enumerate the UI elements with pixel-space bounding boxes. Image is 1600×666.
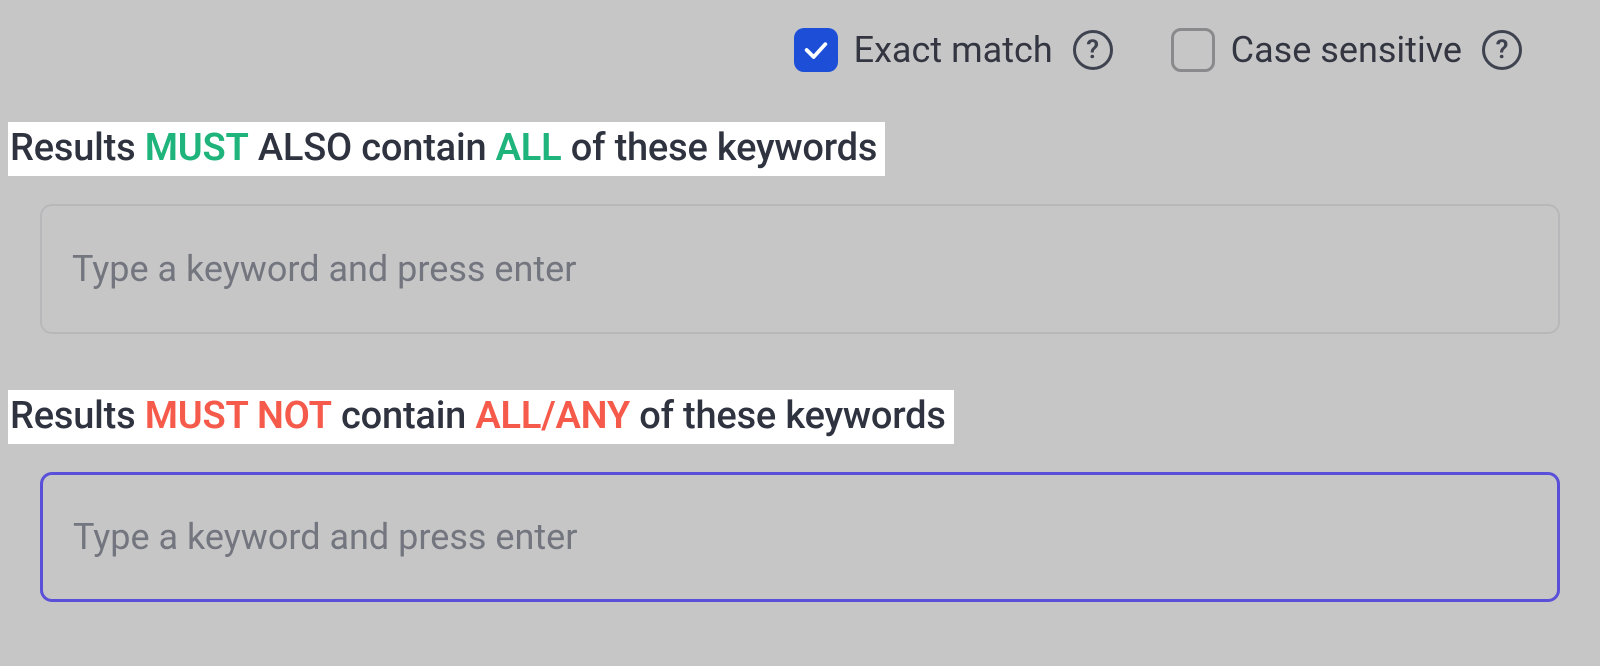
case-sensitive-checkbox[interactable] [1171, 28, 1215, 72]
heading-text: Results [10, 126, 145, 170]
heading-text: of these keywords [630, 394, 946, 438]
question-mark-icon: ? [1086, 37, 1099, 63]
exact-match-option: Exact match ? [794, 28, 1113, 72]
must-contain-section: Results MUST ALSO contain ALL of these k… [40, 122, 1560, 334]
exact-match-checkbox[interactable] [794, 28, 838, 72]
must-contain-heading: Results MUST ALSO contain ALL of these k… [8, 122, 885, 176]
heading-highlight-all-any: ALL/ANY [475, 394, 630, 438]
case-sensitive-option: Case sensitive ? [1171, 28, 1522, 72]
heading-highlight-must: MUST [145, 126, 249, 170]
heading-text: of these keywords [562, 126, 878, 170]
must-not-contain-section: Results MUST NOT contain ALL/ANY of thes… [40, 390, 1560, 602]
exact-match-label: Exact match [854, 29, 1053, 71]
input-placeholder-text: Type a keyword and press enter [73, 516, 577, 558]
check-icon [802, 36, 830, 64]
must-contain-keyword-input[interactable]: Type a keyword and press enter [40, 204, 1560, 334]
heading-highlight-all: ALL [496, 126, 562, 170]
exact-match-help-icon[interactable]: ? [1073, 30, 1113, 70]
filter-options-row: Exact match ? Case sensitive ? [40, 0, 1560, 100]
case-sensitive-label: Case sensitive [1231, 29, 1462, 71]
heading-highlight-must-not: MUST NOT [145, 394, 332, 438]
question-mark-icon: ? [1496, 37, 1509, 63]
must-not-contain-heading: Results MUST NOT contain ALL/ANY of thes… [8, 390, 954, 444]
heading-text: Results [10, 394, 145, 438]
heading-text: ALSO contain [249, 126, 496, 170]
case-sensitive-help-icon[interactable]: ? [1482, 30, 1522, 70]
heading-text: contain [332, 394, 476, 438]
input-placeholder-text: Type a keyword and press enter [72, 248, 576, 290]
must-not-contain-keyword-input[interactable]: Type a keyword and press enter [40, 472, 1560, 602]
